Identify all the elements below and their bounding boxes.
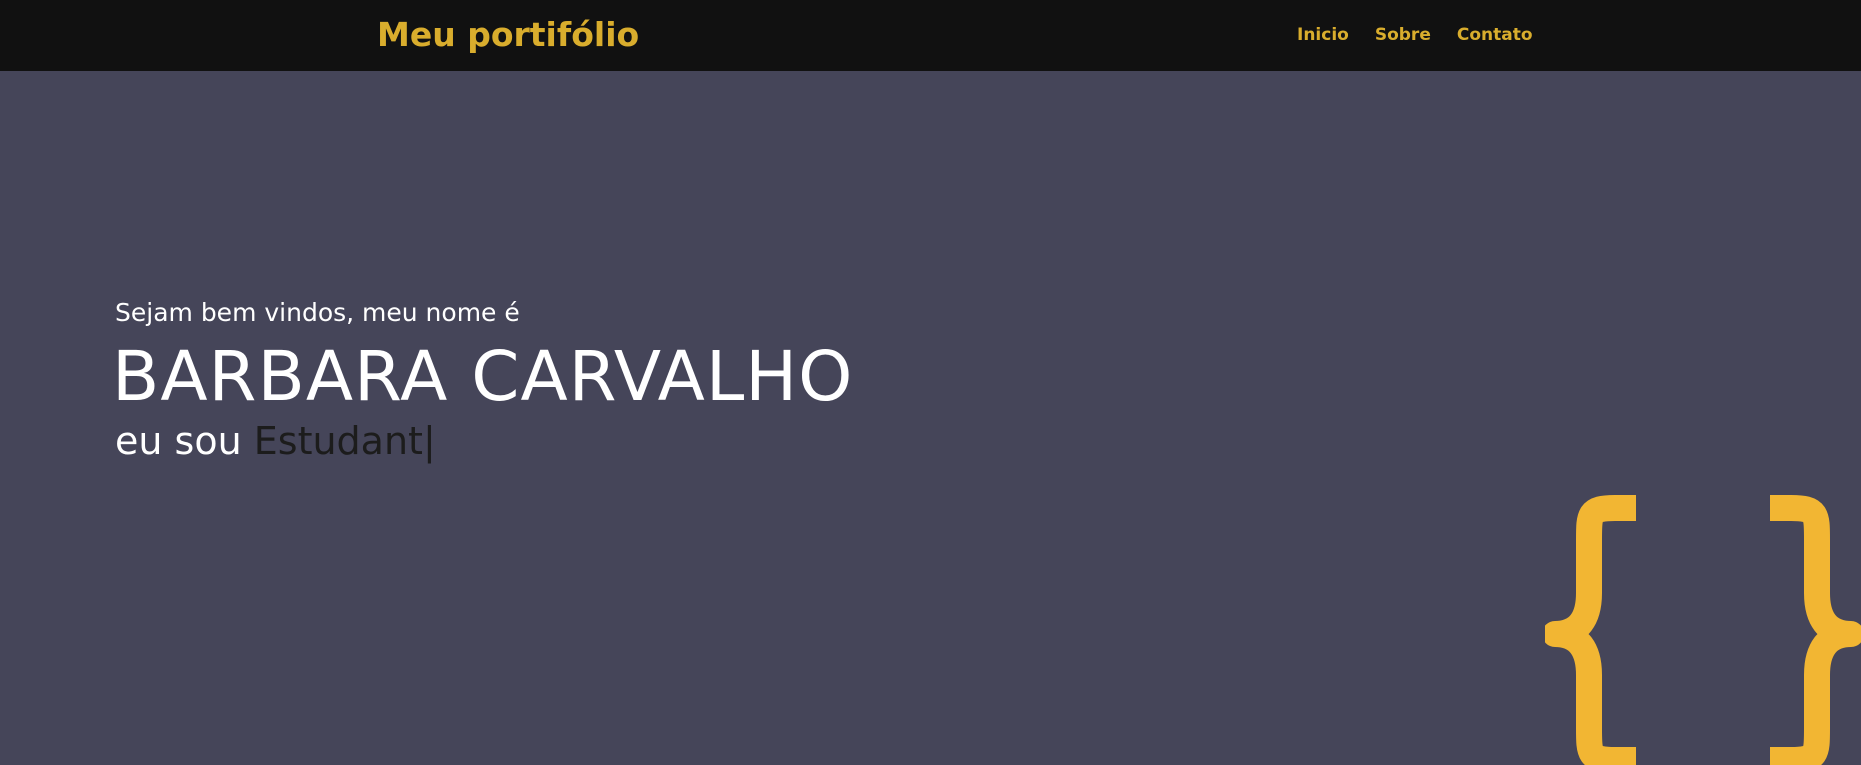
hero-role-line: eu sou Estudant|	[115, 417, 436, 465]
nav-link-contato[interactable]: Contato	[1457, 24, 1533, 46]
nav-link-inicio[interactable]: Inicio	[1297, 24, 1349, 46]
right-brace-shape	[1770, 495, 1861, 765]
brand-logo-link[interactable]: Meu portifólio	[377, 12, 639, 58]
hero-name-heading: BARBARA CARVALHO	[112, 337, 854, 417]
nav-link-sobre[interactable]: Sobre	[1375, 24, 1431, 46]
hero-greeting: Sejam bem vindos, meu nome é	[115, 298, 520, 327]
main-nav: Inicio Sobre Contato	[1297, 24, 1533, 46]
typing-cursor: |	[422, 419, 436, 463]
curly-braces-icon	[1545, 495, 1861, 765]
role-prefix: eu sou	[115, 419, 254, 463]
left-brace-shape	[1545, 495, 1636, 765]
top-navbar: Meu portifólio Inicio Sobre Contato	[0, 0, 1861, 71]
typed-role-text: Estudant	[253, 419, 423, 463]
